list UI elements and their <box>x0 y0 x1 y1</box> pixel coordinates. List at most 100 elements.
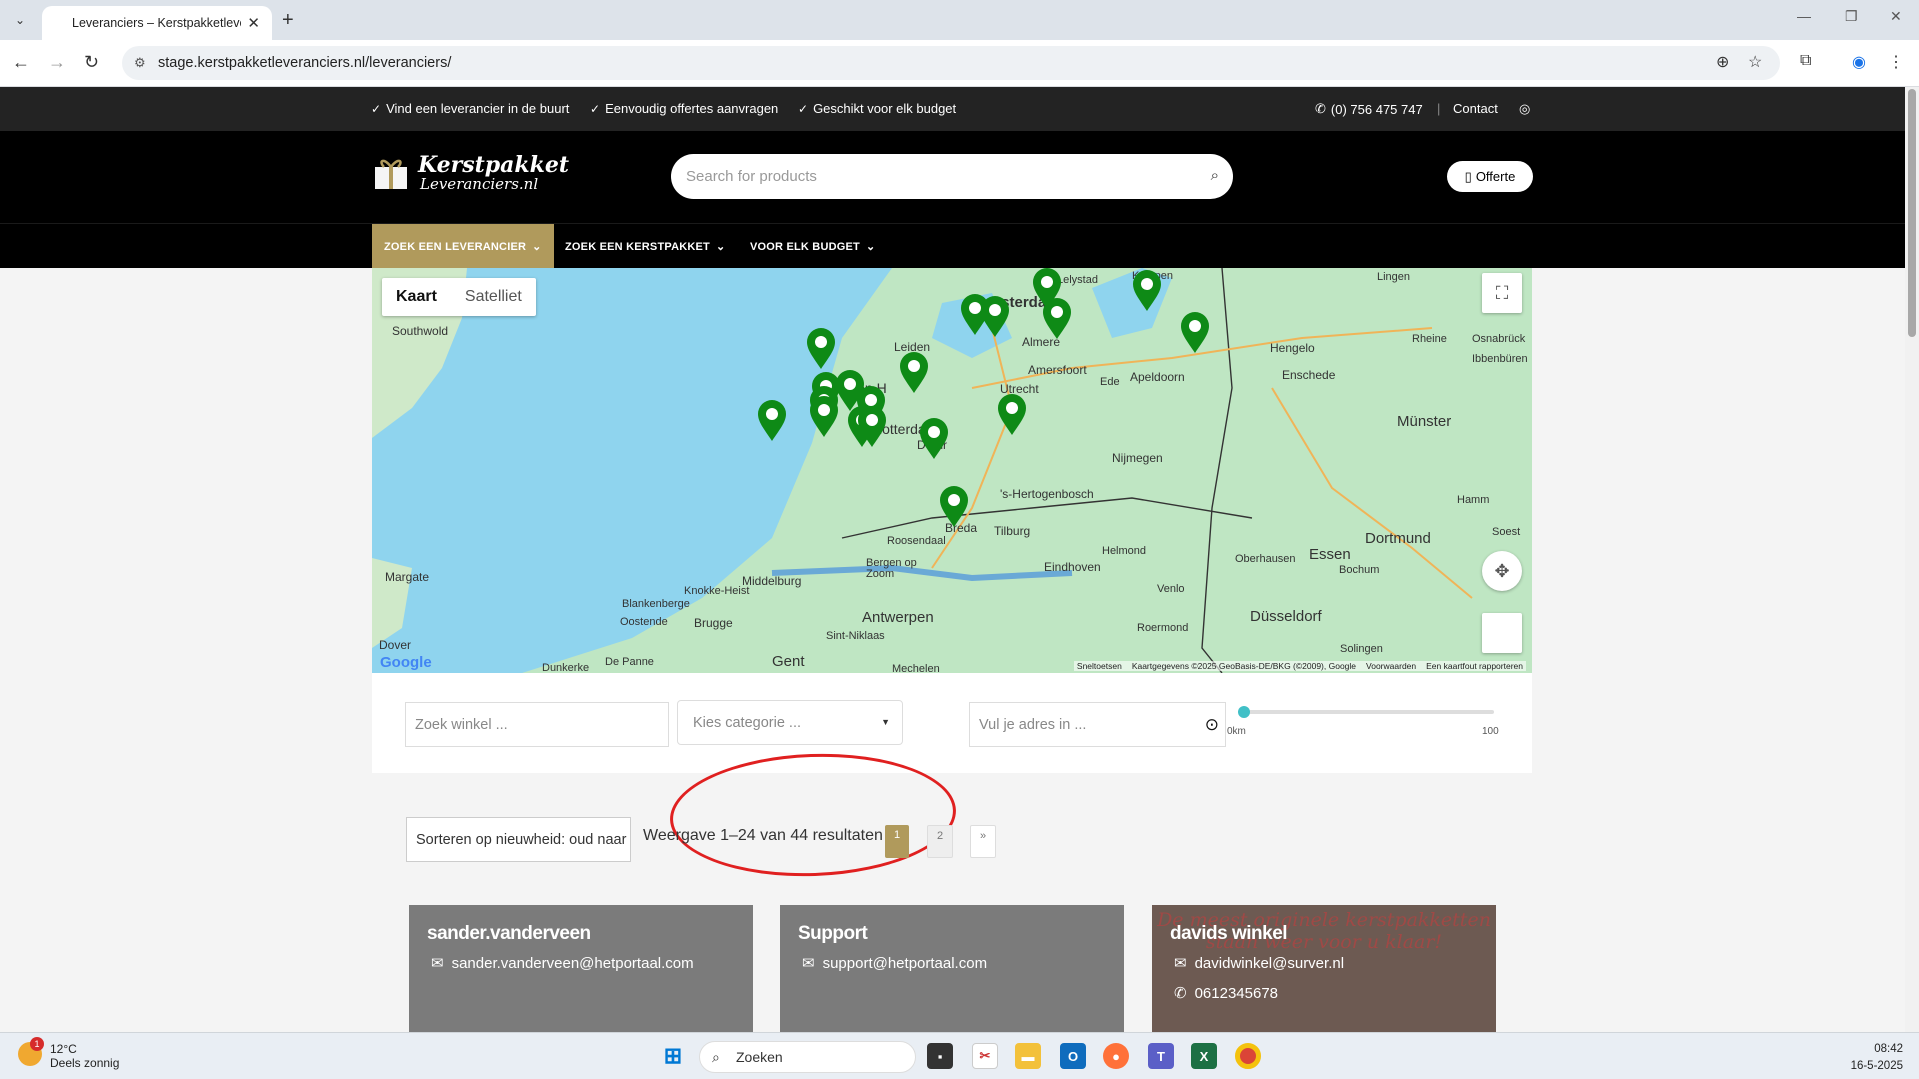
tab-search-icon[interactable]: ⌄ <box>8 8 32 32</box>
category-select[interactable]: Kies categorie ... ▼ <box>677 700 903 745</box>
map-label: Dunkerke <box>542 662 590 673</box>
supplier-map-marker[interactable] <box>809 396 839 438</box>
page-scrollbar[interactable] <box>1905 87 1919 1032</box>
email-icon: ✉ <box>431 955 444 972</box>
nav-zoek-leverancier[interactable]: ZOEK EEN LEVERANCIER ⌄ <box>372 224 554 269</box>
sort-select[interactable]: Sorteren op nieuwheid: oud naar nieuw <box>406 817 631 862</box>
account-icon[interactable]: ◎ <box>1519 101 1530 117</box>
supplier-map-marker[interactable] <box>1032 268 1062 310</box>
supplier-phone[interactable]: ✆ 0612345678 <box>1174 984 1278 1003</box>
site-header: Kerstpakket Leveranciers.nl Search for p… <box>0 131 1905 223</box>
new-tab-button[interactable]: + <box>282 9 294 32</box>
menu-icon[interactable]: ⋮ <box>1888 52 1904 72</box>
site-info-icon[interactable]: ⚙ <box>134 55 146 71</box>
back-icon[interactable]: ← <box>12 52 30 73</box>
map-type-satelliet[interactable]: Satelliet <box>451 278 536 316</box>
extensions-icon[interactable]: ⧉ <box>1800 52 1811 70</box>
profile-icon[interactable]: ◉ <box>1852 52 1866 72</box>
offerte-button[interactable]: ▯ Offerte <box>1447 161 1533 192</box>
supplier-map-marker[interactable] <box>757 400 787 442</box>
map-label: Hengelo <box>1270 341 1315 355</box>
phone-link[interactable]: ✆ (0) 756 475 747 <box>1315 101 1423 117</box>
windows-start-icon[interactable]: ⊞ <box>660 1043 686 1069</box>
firefox-icon[interactable]: ● <box>1103 1043 1129 1069</box>
supplier-map-marker[interactable] <box>939 486 969 528</box>
supplier-email[interactable]: ✉ support@hetportaal.com <box>802 954 987 973</box>
bookmark-star-icon[interactable]: ☆ <box>1748 52 1762 72</box>
map-label: Helmond <box>1102 545 1147 557</box>
map-terms-link[interactable]: Voorwaarden <box>1366 661 1416 671</box>
supplier-map-marker[interactable] <box>1132 270 1162 312</box>
map-label: De Panne <box>605 656 654 668</box>
supplier-email[interactable]: ✉ davidwinkel@surver.nl <box>1174 954 1344 973</box>
url-field[interactable]: ⚙ stage.kerstpakketleveranciers.nl/lever… <box>122 46 1780 80</box>
supplier-card[interactable]: sander.vanderveen ✉ sander.vanderveen@het… <box>409 905 753 1032</box>
forward-icon[interactable]: → <box>48 52 66 73</box>
supplier-map[interactable]: Amsterdam Leiden Den H Rotterda Dordr Ut… <box>372 268 1532 673</box>
reload-icon[interactable]: ↻ <box>84 52 99 73</box>
map-shortcuts-link[interactable]: Sneltoetsen <box>1077 661 1122 671</box>
map-report-link[interactable]: Een kaartfout rapporteren <box>1426 661 1523 671</box>
page-2-button[interactable]: 2 <box>927 825 953 858</box>
supplier-email[interactable]: ✉ sander.vanderveen@hetportaal.com <box>431 954 694 973</box>
tab-close-icon[interactable]: ✕ <box>247 14 260 32</box>
browser-tab[interactable]: Leveranciers – Kerstpakketleveranciers ✕ <box>42 6 272 40</box>
distance-slider-track[interactable] <box>1242 710 1494 714</box>
search-placeholder: Search for products <box>686 168 817 185</box>
supplier-map-marker[interactable] <box>1180 312 1210 354</box>
supplier-map-marker[interactable] <box>997 394 1027 436</box>
pegman-icon[interactable] <box>1482 613 1522 653</box>
next-page-button[interactable]: » <box>970 825 996 858</box>
zoom-icon[interactable]: ⊕ <box>1716 52 1729 72</box>
system-clock[interactable]: 08:42 16-5-2025 <box>1851 1041 1903 1075</box>
pan-control-icon[interactable]: ✥ <box>1482 551 1522 591</box>
map-label: Ibbenbüren <box>1472 353 1528 365</box>
outlook-icon[interactable]: O <box>1060 1043 1086 1069</box>
supplier-card[interactable]: De meest originele kerstpakketten staan … <box>1152 905 1496 1032</box>
address-bar: ← → ↻ ⚙ stage.kerstpakketleveranciers.nl… <box>0 40 1919 87</box>
map-label: Enschede <box>1282 368 1336 382</box>
email-icon: ✉ <box>1174 955 1187 972</box>
supplier-map-marker[interactable] <box>899 352 929 394</box>
supplier-map-marker[interactable] <box>857 406 887 448</box>
task-view-icon[interactable]: ▪ <box>927 1043 953 1069</box>
supplier-map-marker[interactable] <box>919 418 949 460</box>
map-label: Southwold <box>392 324 449 338</box>
address-input[interactable]: Vul je adres in ... ⊙ <box>969 702 1226 747</box>
email-icon: ✉ <box>802 955 815 972</box>
nav-zoek-kerstpakket[interactable]: ZOEK EEN KERSTPAKKET ⌄ <box>565 224 725 269</box>
map-label: Düsseldorf <box>1250 608 1322 625</box>
taskbar-search[interactable]: ⌕ Zoeken <box>699 1041 916 1073</box>
product-search-input[interactable]: Search for products ⌕ <box>671 154 1233 199</box>
locate-me-icon[interactable]: ⊙ <box>1205 715 1219 735</box>
supplier-card[interactable]: Support ✉ support@hetportaal.com <box>780 905 1124 1032</box>
page-1-button[interactable]: 1 <box>885 825 909 858</box>
fullscreen-icon[interactable]: ⛶ <box>1482 273 1522 313</box>
snipping-tool-icon[interactable]: ✂ <box>972 1043 998 1069</box>
search-icon: ⌕ <box>712 1049 720 1065</box>
file-explorer-icon[interactable]: ▬ <box>1015 1043 1041 1069</box>
scrollbar-thumb[interactable] <box>1908 89 1916 337</box>
minimize-icon[interactable]: — <box>1797 8 1811 24</box>
map-label: Venlo <box>1157 583 1185 595</box>
map-label: Lelystad <box>1057 274 1098 286</box>
nav-voor-elk-budget[interactable]: VOOR ELK BUDGET ⌄ <box>750 224 875 269</box>
supplier-map-marker[interactable] <box>960 294 990 336</box>
close-window-icon[interactable]: ✕ <box>1890 8 1902 25</box>
result-count: Weergave 1–24 van 44 resultaten <box>643 827 883 844</box>
supplier-map-marker[interactable] <box>806 328 836 370</box>
contact-link[interactable]: Contact <box>1453 101 1498 116</box>
map-label: Middelburg <box>742 574 802 588</box>
distance-slider-handle[interactable] <box>1238 706 1250 718</box>
search-icon[interactable]: ⌕ <box>1211 167 1219 184</box>
shop-search-input[interactable]: Zoek winkel ... <box>405 702 669 747</box>
map-type-kaart[interactable]: Kaart <box>382 278 451 316</box>
chrome-icon[interactable] <box>1235 1043 1261 1069</box>
teams-icon[interactable]: T <box>1148 1043 1174 1069</box>
weather-widget[interactable]: 1 12°C Deels zonnig <box>18 1037 119 1070</box>
restore-icon[interactable]: ❐ <box>1845 8 1858 25</box>
map-label: Gent <box>772 653 805 670</box>
site-logo[interactable]: Kerstpakket Leveranciers.nl <box>372 154 569 192</box>
map-label: Mechelen <box>892 663 940 673</box>
excel-icon[interactable]: X <box>1191 1043 1217 1069</box>
